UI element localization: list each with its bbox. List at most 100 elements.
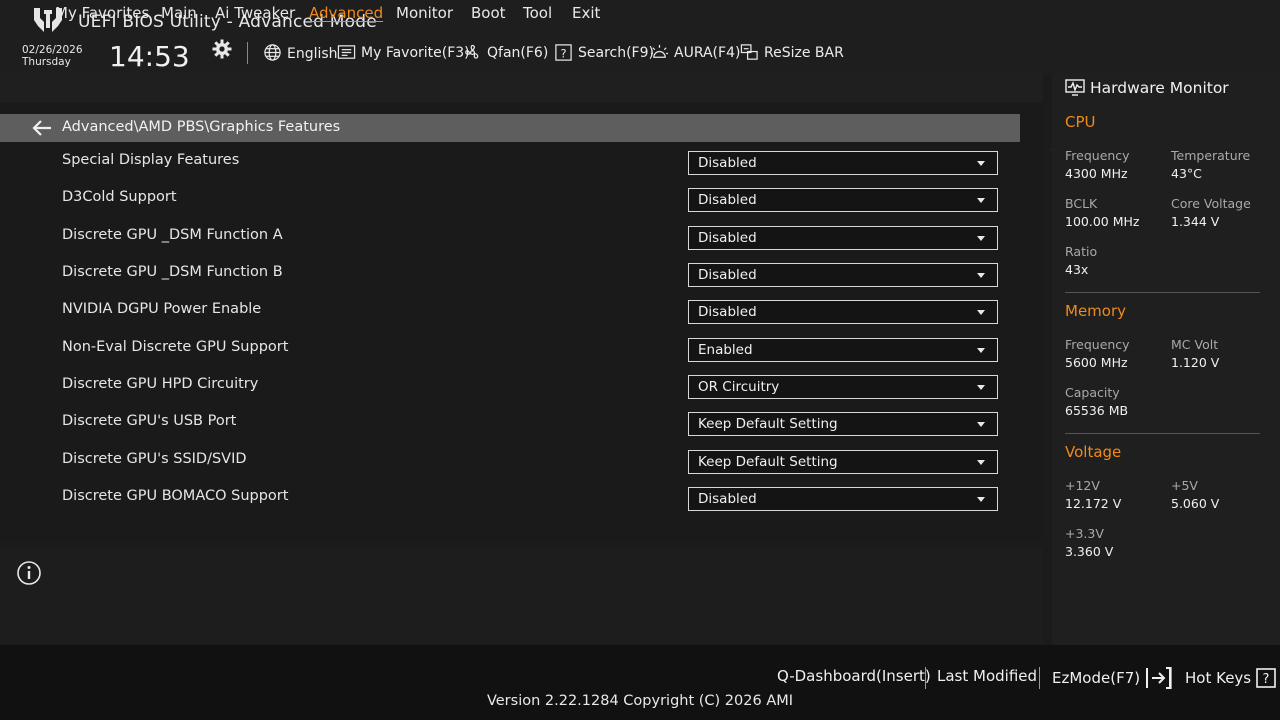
setting-label: Special Display Features bbox=[62, 152, 240, 168]
footer-divider bbox=[1039, 667, 1040, 689]
info-icon bbox=[17, 561, 41, 585]
help-info-panel bbox=[0, 548, 1043, 644]
dropdown-arrow-icon bbox=[977, 310, 985, 315]
setting-dropdown[interactable]: Keep Default Setting bbox=[688, 412, 998, 436]
day-text: Thursday bbox=[22, 56, 71, 68]
tab-ai-tweaker[interactable]: Ai Tweaker bbox=[215, 4, 295, 22]
dropdown-value: Disabled bbox=[698, 304, 757, 320]
my-favorite-label: My Favorite(F3) bbox=[361, 44, 470, 61]
back-arrow-icon[interactable] bbox=[32, 120, 52, 136]
setting-dropdown[interactable]: Disabled bbox=[688, 263, 998, 287]
v5-label: +5V bbox=[1171, 478, 1198, 493]
tab-my-favorites[interactable]: My Favorites bbox=[55, 4, 149, 22]
cpu-frequency-label: Frequency bbox=[1065, 148, 1130, 163]
hardware-monitor-title: Hardware Monitor bbox=[1090, 79, 1229, 97]
dropdown-value: Enabled bbox=[698, 342, 753, 358]
my-favorite-button[interactable]: My Favorite(F3) bbox=[337, 43, 470, 62]
core-voltage-value: 1.344 V bbox=[1171, 214, 1220, 229]
language-button[interactable]: English bbox=[263, 43, 338, 62]
dropdown-value: Keep Default Setting bbox=[698, 416, 838, 432]
v12-value: 12.172 V bbox=[1065, 496, 1122, 511]
dropdown-arrow-icon bbox=[977, 348, 985, 353]
voltage-heading: Voltage bbox=[1065, 443, 1122, 461]
setting-dropdown[interactable]: Disabled bbox=[688, 487, 998, 511]
date-text: 02/26/2026 bbox=[22, 44, 83, 56]
svg-text:?: ? bbox=[560, 46, 566, 60]
mc-volt-value: 1.120 V bbox=[1171, 355, 1220, 370]
hot-keys-label: Hot Keys bbox=[1185, 669, 1252, 687]
last-modified-label: Last Modified bbox=[937, 667, 1038, 685]
setting-dropdown[interactable]: Enabled bbox=[688, 338, 998, 362]
memory-frequency-label: Frequency bbox=[1065, 337, 1130, 352]
globe-icon bbox=[264, 44, 281, 61]
menu-bar bbox=[0, 74, 1043, 102]
tab-main[interactable]: Main bbox=[161, 4, 197, 22]
ratio-label: Ratio bbox=[1065, 244, 1098, 259]
resize-bar-button[interactable]: ReSize BAR bbox=[740, 43, 844, 62]
setting-dropdown[interactable]: Disabled bbox=[688, 188, 998, 212]
section-divider bbox=[1065, 292, 1260, 293]
setting-label: Non-Eval Discrete GPU Support bbox=[62, 339, 289, 355]
breadcrumb-path: Advanced\AMD PBS\Graphics Features bbox=[62, 119, 341, 135]
tab-boot[interactable]: Boot bbox=[471, 4, 506, 22]
dropdown-value: Keep Default Setting bbox=[698, 454, 838, 470]
setting-dropdown[interactable]: Disabled bbox=[688, 300, 998, 324]
dropdown-arrow-icon bbox=[977, 460, 985, 465]
tab-exit[interactable]: Exit bbox=[572, 4, 600, 22]
aura-light-icon bbox=[650, 44, 669, 58]
search-button[interactable]: ? Search(F9) bbox=[554, 43, 654, 62]
v5-value: 5.060 V bbox=[1171, 496, 1220, 511]
resize-bar-icon bbox=[740, 44, 758, 60]
cpu-temperature-label: Temperature bbox=[1171, 148, 1251, 163]
setting-dropdown[interactable]: Disabled bbox=[688, 151, 998, 175]
search-label: Search(F9) bbox=[578, 44, 654, 61]
setting-dropdown[interactable]: OR Circuitry bbox=[688, 375, 998, 399]
capacity-label: Capacity bbox=[1065, 385, 1120, 400]
qfan-button[interactable]: Qfan(F6) bbox=[463, 43, 548, 62]
dropdown-value: Disabled bbox=[698, 155, 757, 171]
ratio-value: 43x bbox=[1065, 262, 1089, 277]
section-divider bbox=[1065, 433, 1260, 434]
exit-arrow-icon bbox=[1146, 667, 1172, 689]
setting-label: Discrete GPU's USB Port bbox=[62, 413, 237, 429]
q-dashboard-button[interactable]: Q-Dashboard(Insert) bbox=[777, 667, 931, 685]
breadcrumb: Advanced\AMD PBS\Graphics Features bbox=[0, 114, 1020, 142]
favorite-icon bbox=[337, 45, 356, 59]
dropdown-value: Disabled bbox=[698, 491, 757, 507]
last-modified-button[interactable]: Last Modified bbox=[937, 667, 1037, 685]
hot-keys-button[interactable]: Hot Keys ? bbox=[1185, 667, 1277, 689]
cpu-frequency-value: 4300 MHz bbox=[1065, 166, 1128, 181]
bclk-value: 100.00 MHz bbox=[1065, 214, 1140, 229]
toolbar-divider bbox=[247, 42, 248, 64]
memory-heading: Memory bbox=[1065, 302, 1127, 320]
ezmode-button[interactable]: EzMode(F7) bbox=[1052, 667, 1172, 689]
svg-text:?: ? bbox=[1263, 672, 1270, 687]
ezmode-label: EzMode(F7) bbox=[1052, 669, 1141, 687]
setting-label: Discrete GPU _DSM Function B bbox=[62, 264, 283, 280]
setting-label: NVIDIA DGPU Power Enable bbox=[62, 301, 262, 317]
version-text: Version 2.22.1284 Copyright (C) 2026 AMI bbox=[486, 693, 794, 709]
cpu-temperature-value: 43°C bbox=[1171, 166, 1202, 181]
dropdown-arrow-icon bbox=[977, 236, 985, 241]
dropdown-arrow-icon bbox=[977, 422, 985, 427]
setting-label: Discrete GPU HPD Circuitry bbox=[62, 376, 259, 392]
tab-monitor[interactable]: Monitor bbox=[396, 4, 453, 22]
setting-dropdown[interactable]: Keep Default Setting bbox=[688, 450, 998, 474]
footer-divider bbox=[925, 667, 926, 689]
date-display: 02/26/2026 Thursday bbox=[22, 44, 83, 68]
aura-button[interactable]: AURA(F4) bbox=[650, 43, 740, 62]
gear-icon[interactable] bbox=[212, 39, 232, 59]
search-help-icon: ? bbox=[555, 44, 572, 61]
setting-dropdown[interactable]: Disabled bbox=[688, 226, 998, 250]
cpu-heading: CPU bbox=[1065, 113, 1096, 131]
tab-advanced[interactable]: Advanced bbox=[309, 4, 383, 22]
capacity-value: 65536 MB bbox=[1065, 403, 1129, 418]
dropdown-value: Disabled bbox=[698, 230, 757, 246]
bclk-label: BCLK bbox=[1065, 196, 1098, 211]
setting-label: Discrete GPU's SSID/SVID bbox=[62, 451, 247, 467]
dropdown-value: Disabled bbox=[698, 192, 757, 208]
setting-label: Discrete GPU _DSM Function A bbox=[62, 227, 283, 243]
dropdown-arrow-icon bbox=[977, 273, 985, 278]
dropdown-arrow-icon bbox=[977, 198, 985, 203]
tab-tool[interactable]: Tool bbox=[523, 4, 552, 22]
